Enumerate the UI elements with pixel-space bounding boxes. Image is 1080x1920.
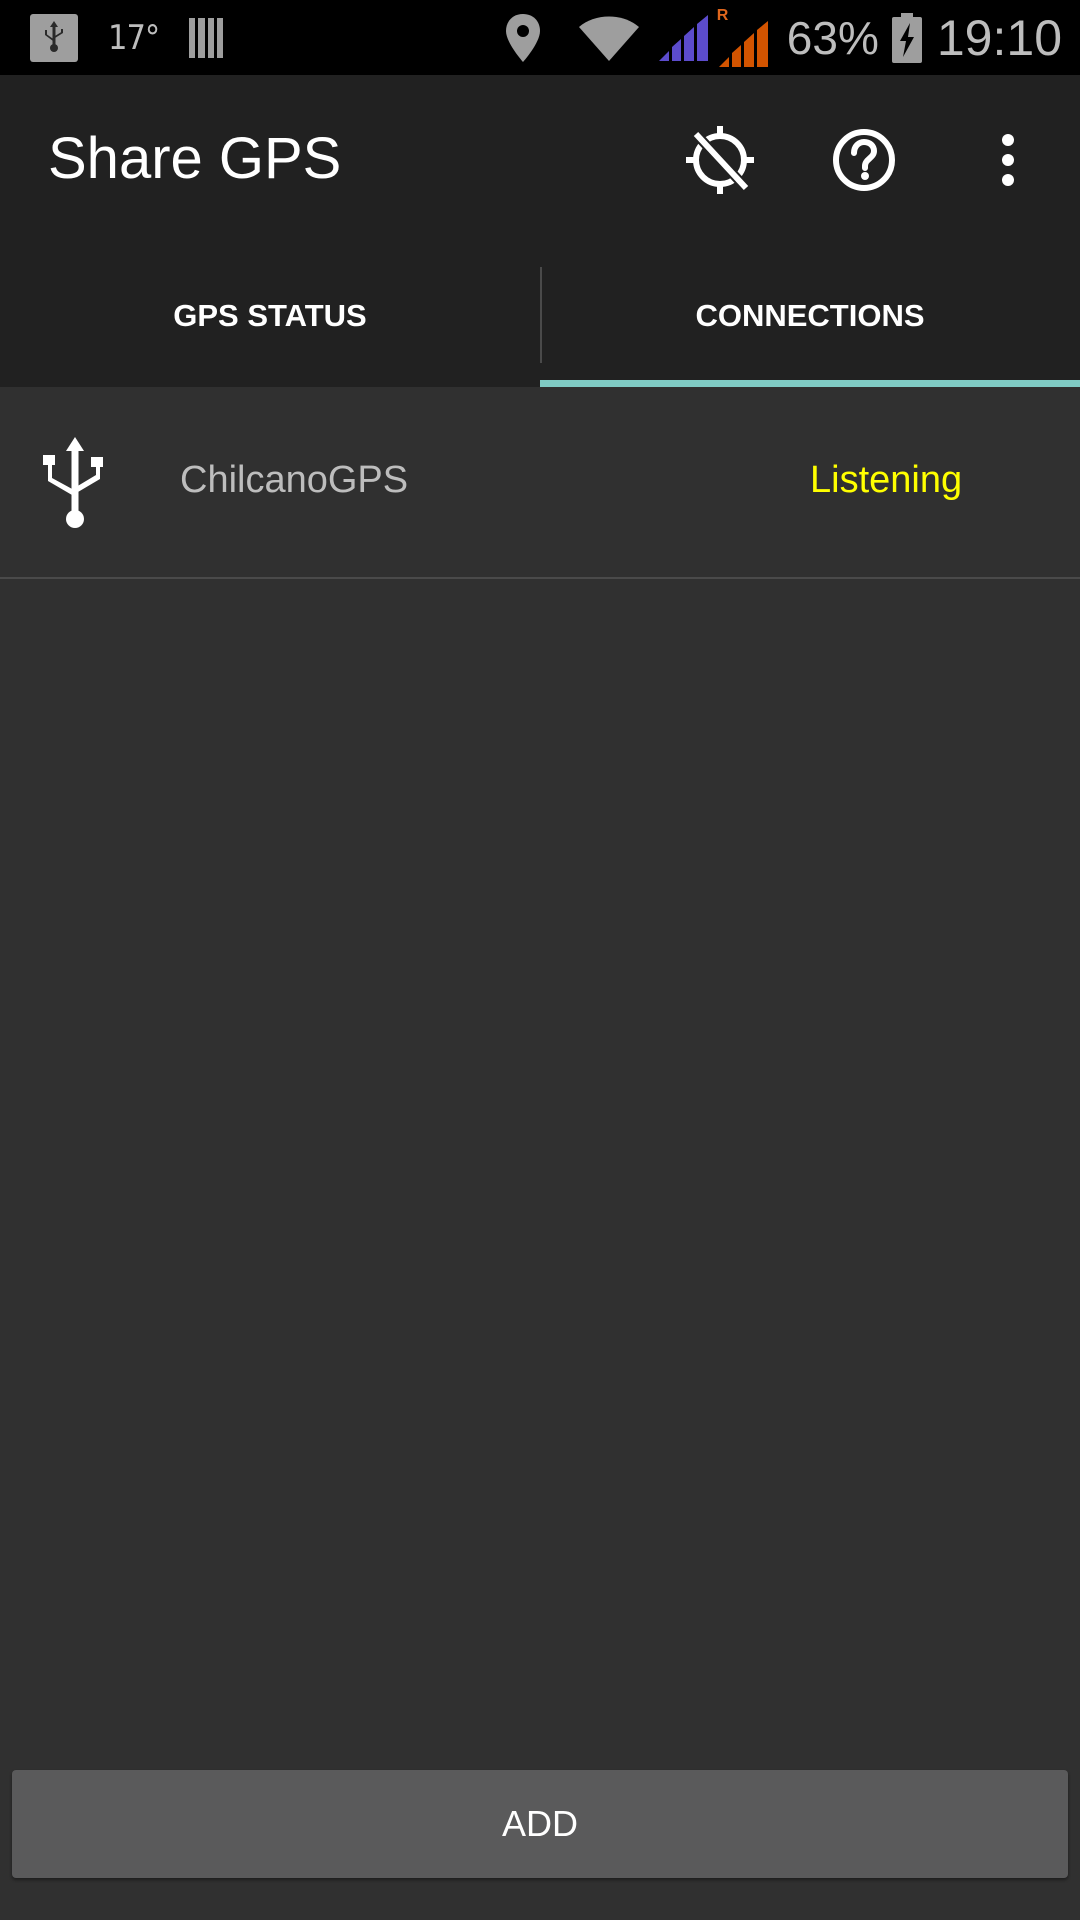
tab-gps-status[interactable]: GPS STATUS [0,245,540,387]
status-bar: 17° R 63% 19:10 [0,0,1080,75]
tab-bar: GPS STATUS CONNECTIONS [0,245,1080,387]
usb-icon [43,437,103,528]
action-bar: Share GPS [0,75,1080,245]
signal-icon [658,14,708,61]
help-icon[interactable] [819,115,909,205]
location-icon [505,13,540,62]
connection-name: ChilcanoGPS [180,459,409,501]
tab-label: CONNECTIONS [695,298,925,333]
add-button[interactable]: ADD [12,1770,1068,1878]
clock-text: 19:10 [936,9,1062,66]
battery-percent-text: 63% [786,11,879,64]
temperature-text: 17° [108,17,160,58]
tab-label: GPS STATUS [173,298,367,333]
app-title: Share GPS [48,126,342,191]
list-item[interactable]: ChilcanoGPS Listening [0,387,1080,579]
wifi-icon [578,16,639,61]
screen: 17° R 63% 19:10 Share GPS GPS STATUS CON… [0,0,1080,1920]
sim-icon [189,17,224,58]
battery-charging-icon [891,12,922,63]
connection-status: Listening [810,459,963,501]
selected-tab-indicator [540,380,1080,387]
tab-connections[interactable]: CONNECTIONS [540,245,1080,387]
signal-roaming-icon: R [717,7,771,69]
more-vert-icon[interactable] [963,115,1053,205]
gps-off-icon[interactable] [675,115,765,205]
usb-icon [30,13,78,62]
